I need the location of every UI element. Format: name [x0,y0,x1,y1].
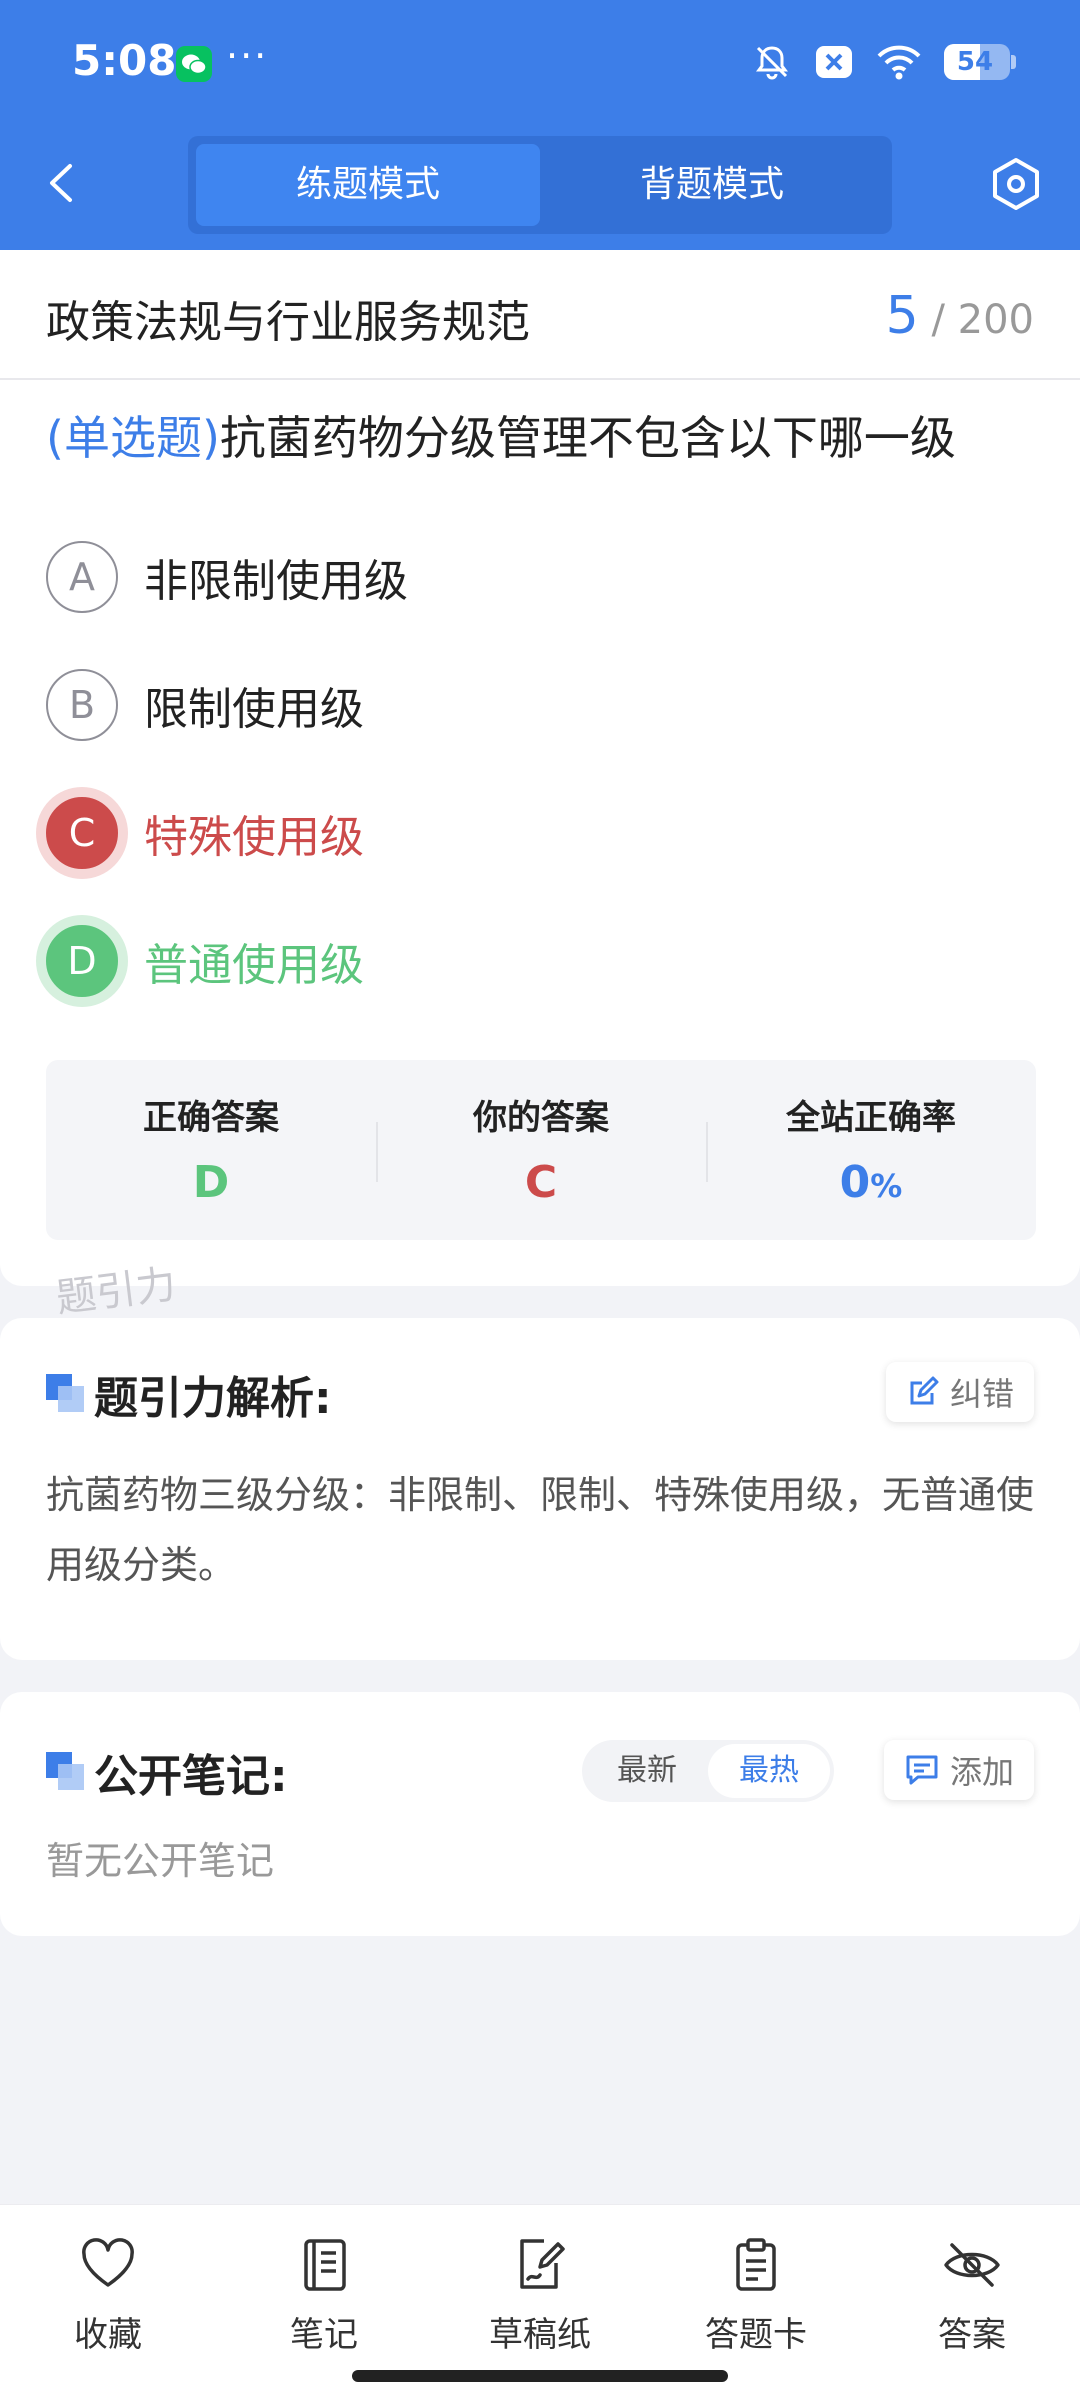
report-error-label: 纠错 [949,1375,1014,1413]
sort-hottest[interactable]: 最热 [708,1744,830,1798]
category-row: 政策法规与行业服务规范 5 / 200 [0,250,1080,380]
option-letter: D [46,925,118,997]
analysis-card: 题引力解析: 纠错 抗菌药物三级分级：非限制、限制、特殊使用级，无普通使用级分类… [0,1318,1080,1660]
mode-switch: 练题模式 背题模式 [188,136,892,234]
add-note-button[interactable]: 添加 [883,1740,1034,1800]
option-label: 特殊使用级 [144,812,364,863]
section-square-icon [46,1752,84,1790]
option-label: 普通使用级 [144,940,364,991]
question-type: (单选题) [46,411,220,465]
stat-value: C [524,1157,558,1208]
nav-answer[interactable]: 答案 [872,2235,1072,2356]
nav-label: 答题卡 [705,2315,807,2355]
edit-icon [910,1376,939,1405]
tab-practice-mode[interactable]: 练题模式 [196,144,540,226]
wifi-icon [877,45,921,80]
question-card: 政策法规与行业服务规范 5 / 200 (单选题)抗菌药物分级管理不包含以下哪一… [0,250,1080,1286]
mute-bell-icon [756,46,788,80]
notes-sort-toggle: 最新 最热 [582,1740,834,1802]
question-stem: 抗菌药物分级管理不包含以下哪一级 [219,411,956,465]
option-a[interactable]: A 非限制使用级 [46,540,408,614]
data-off-icon [816,46,852,78]
total-questions: / 200 [931,297,1034,343]
battery-level: 54 [956,47,994,77]
section-square-icon [46,1374,84,1412]
accuracy-number: 0 [839,1157,871,1208]
question-text: (单选题)抗菌药物分级管理不包含以下哪一级 [46,402,956,468]
question-counter: 5 / 200 [886,286,1034,346]
stat-value: 0% [706,1157,1036,1208]
heart-icon [82,2238,134,2287]
add-note-label: 添加 [949,1753,1014,1791]
status-icons: 54 [752,40,1016,84]
analysis-text: 抗菌药物三级分级：非限制、限制、特殊使用级，无普通使用级分类。 [46,1473,1035,1587]
wechat-notification-icon [176,46,212,82]
stat-value: D [192,1157,230,1208]
report-error-button[interactable]: 纠错 [885,1362,1034,1422]
option-label: 限制使用级 [144,684,364,735]
notes-empty-text: 暂无公开笔记 [46,1839,275,1883]
current-question-number: 5 [885,286,919,346]
answer-sheet-icon [736,2238,776,2291]
comment-icon [906,1755,938,1785]
tab-memorize-mode[interactable]: 背题模式 [540,144,884,226]
home-indicator[interactable] [352,2370,728,2382]
analysis-title: 题引力解析: [94,1373,332,1424]
nav-notes[interactable]: 笔记 [224,2235,424,2356]
option-letter: B [46,669,118,741]
option-letter: C [46,797,118,869]
stat-label: 正确答案 [143,1098,279,1138]
option-label: 非限制使用级 [144,556,408,607]
option-c[interactable]: C 特殊使用级 [46,796,364,870]
nav-draft-paper[interactable]: 草稿纸 [440,2235,640,2356]
app-header: 5:08 ··· 54 练题模式 背题模式 [0,0,1080,250]
back-arrow-icon[interactable] [38,158,88,208]
answer-stats: 正确答案 D 你的答案 C 全站正确率 0% [46,1060,1036,1240]
status-time: 5:08 [72,36,177,85]
notebook-icon [304,2239,346,2291]
status-bar: 5:08 ··· 54 [0,0,1080,120]
settings-hexagon-icon[interactable] [988,156,1044,212]
nav-answer-sheet[interactable]: 答题卡 [656,2235,856,2356]
stat-your-answer: 你的答案 C [376,1060,706,1240]
more-notifications-indicator: ··· [226,34,269,78]
stat-label: 全站正确率 [786,1098,956,1138]
stat-site-accuracy: 全站正确率 0% [706,1060,1036,1240]
notes-title: 公开笔记: [94,1751,288,1802]
nav-label: 收藏 [74,2315,142,2355]
battery-indicator: 54 [944,44,1016,80]
accuracy-unit: % [870,1167,903,1205]
nav-label: 草稿纸 [489,2315,591,2355]
category-title: 政策法规与行业服务规范 [46,297,530,348]
option-b[interactable]: B 限制使用级 [46,668,364,742]
eye-off-icon [944,2243,1000,2287]
nav-label: 答案 [938,2315,1006,2355]
stat-label: 你的答案 [473,1098,609,1138]
nav-label: 笔记 [290,2315,358,2355]
public-notes-card: 公开笔记: 最新 最热 添加 暂无公开笔记 [0,1692,1080,1936]
sort-newest[interactable]: 最新 [586,1744,708,1798]
stat-correct-answer: 正确答案 D [46,1060,376,1240]
nav-favorite[interactable]: 收藏 [8,2235,208,2356]
option-letter: A [46,541,118,613]
draft-paper-icon [520,2239,565,2289]
option-d[interactable]: D 普通使用级 [46,924,364,998]
